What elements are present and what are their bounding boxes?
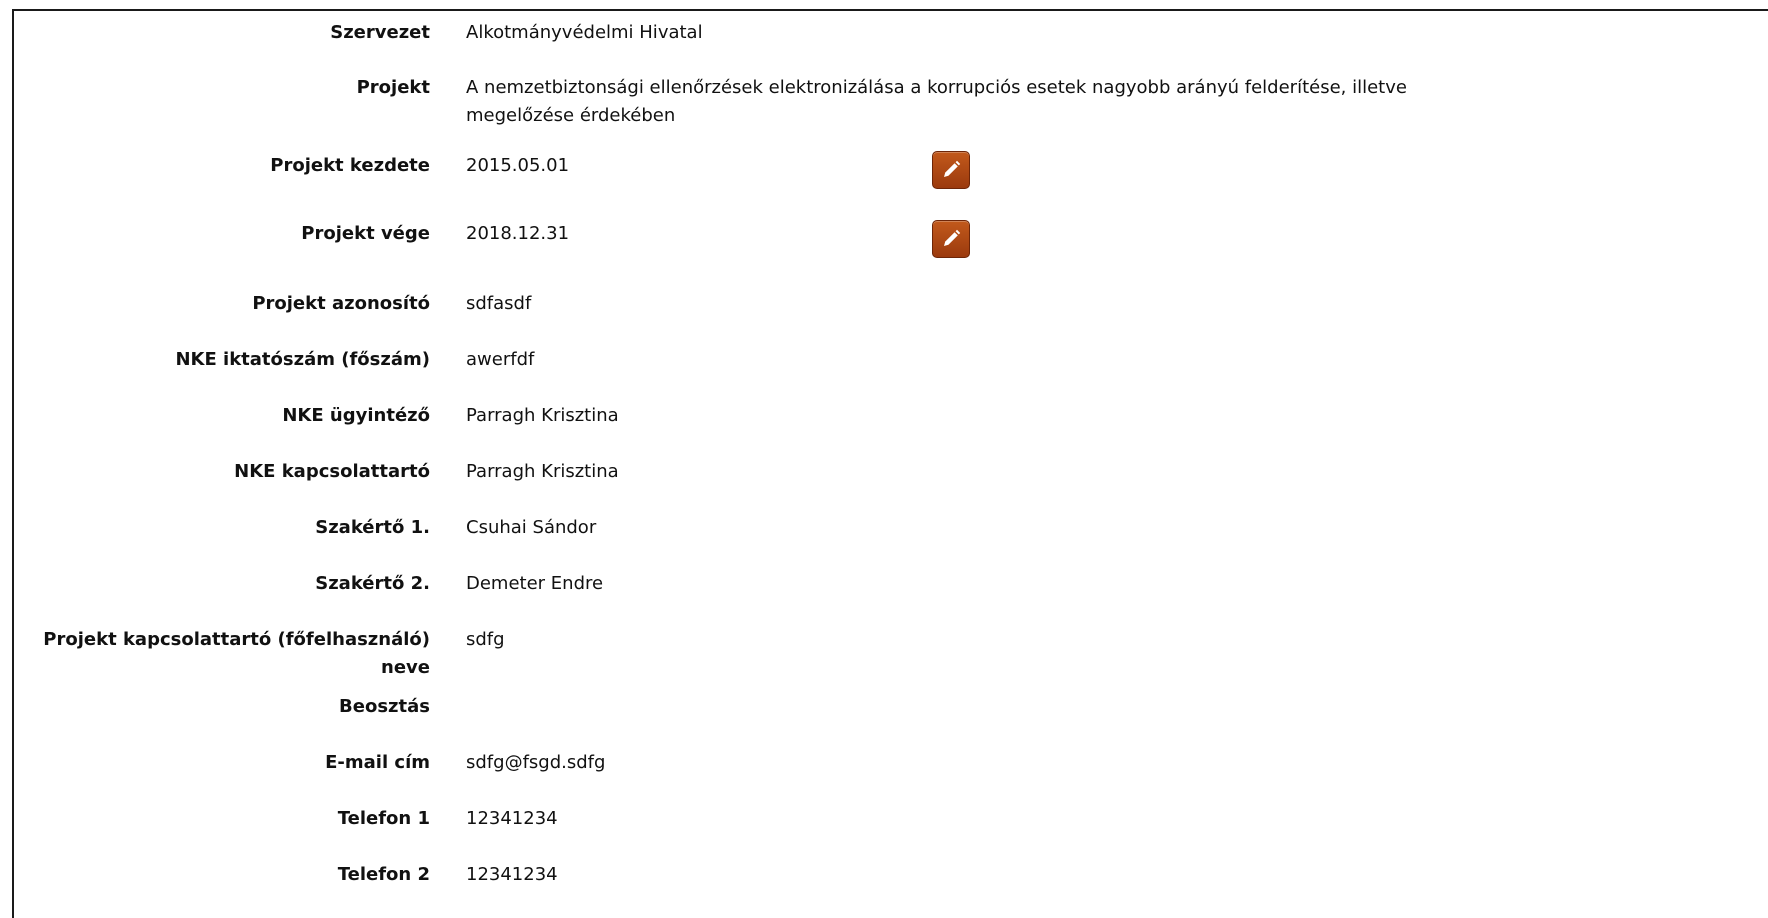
pencil-icon — [944, 229, 961, 246]
value-szakerto-2: Demeter Endre — [466, 573, 604, 594]
label-projekt-kezdete: Projekt kezdete — [270, 155, 430, 176]
label-projekt-azonosito: Projekt azonosító — [252, 293, 430, 314]
value-nke-kapcsolattarto: Parragh Krisztina — [466, 461, 619, 482]
value-projekt-azonosito: sdfasdf — [466, 293, 532, 314]
value-nke-ugyintezo: Parragh Krisztina — [466, 405, 619, 426]
label-szervezet: Szervezet — [330, 22, 430, 43]
value-telefon-1: 12341234 — [466, 808, 558, 829]
label-projekt: Projekt — [356, 77, 430, 98]
label-nke-kapcsolattarto: NKE kapcsolattartó — [234, 461, 430, 482]
label-projekt-kapcsolattarto-neve: Projekt kapcsolattartó (főfelhasználó) n… — [43, 629, 430, 678]
pencil-icon — [944, 160, 961, 177]
value-nke-iktatoszam: awerfdf — [466, 349, 535, 370]
label-szakerto-2: Szakértő 2. — [315, 573, 430, 594]
label-szakerto-1: Szakértő 1. — [315, 517, 430, 538]
label-beosztas: Beosztás — [339, 696, 430, 717]
label-nke-iktatoszam: NKE iktatószám (főszám) — [175, 349, 430, 370]
label-telefon-1: Telefon 1 — [337, 808, 430, 829]
label-nke-ugyintezo: NKE ügyintéző — [282, 405, 430, 426]
label-projekt-vege: Projekt vége — [301, 223, 430, 244]
value-szervezet: Alkotmányvédelmi Hivatal — [466, 22, 703, 43]
value-projekt: A nemzetbiztonsági ellenőrzések elektron… — [466, 77, 1407, 126]
label-telefon-2: Telefon 2 — [337, 864, 430, 885]
project-details-panel: Szervezet Alkotmányvédelmi Hivatal Proje… — [12, 9, 1768, 918]
label-email: E-mail cím — [325, 752, 430, 773]
edit-projekt-kezdete-button[interactable] — [932, 151, 970, 189]
value-email: sdfg@fsgd.sdfg — [466, 752, 606, 773]
value-szakerto-1: Csuhai Sándor — [466, 517, 597, 538]
value-telefon-2: 12341234 — [466, 864, 558, 885]
value-projekt-kapcsolattarto-neve: sdfg — [466, 629, 505, 650]
edit-projekt-vege-button[interactable] — [932, 220, 970, 258]
